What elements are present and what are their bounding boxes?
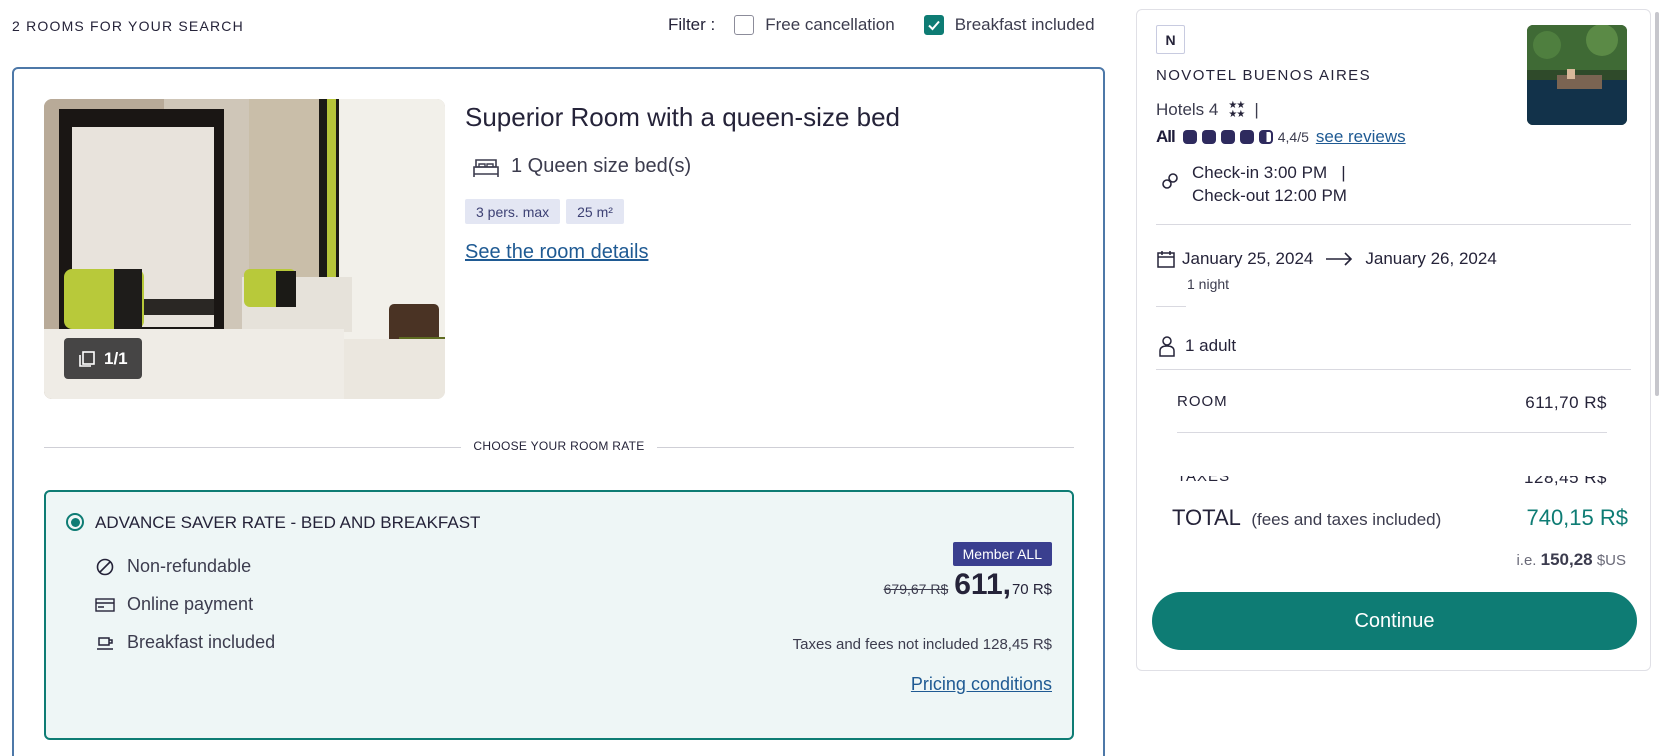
room-details-link[interactable]: See the room details — [465, 241, 648, 264]
date-to: January 26, 2024 — [1365, 249, 1497, 268]
total-sub: (fees and taxes included) — [1251, 510, 1442, 529]
filter-label: Filter : — [668, 15, 716, 34]
gallery-icon — [79, 350, 95, 367]
filter-breakfast-included[interactable]: Breakfast included — [923, 15, 1095, 35]
feature-label: Breakfast included — [127, 632, 276, 652]
feature-breakfast: Breakfast included — [95, 632, 275, 653]
taxes-label: TAXES — [1177, 476, 1231, 485]
pricing-conditions-link[interactable]: Pricing conditions — [911, 674, 1052, 695]
rate-divider: CHOOSE YOUR ROOM RATE — [44, 437, 1074, 457]
breakfast-included-checkbox[interactable] — [923, 15, 944, 35]
total-amount: 740,15 R$ — [1526, 505, 1628, 530]
rate-option[interactable]: ADVANCE SAVER RATE - BED AND BREAKFAST N… — [44, 490, 1074, 740]
checkin-info: Check-in 3:00 PM | Check-out 12:00 PM — [1160, 161, 1347, 207]
calendar-icon — [1157, 251, 1175, 268]
usd-equivalent: i.e. 150,28 $US — [1516, 550, 1626, 570]
new-price-cents: 70 R$ — [1011, 581, 1052, 598]
filter-breakfast-included-label: Breakfast included — [954, 15, 1095, 34]
check-out-time: Check-out 12:00 PM — [1192, 186, 1347, 205]
room-line-item: ROOM 611,70 R$ — [1177, 393, 1607, 413]
category-separator: | — [1254, 100, 1259, 119]
feature-non-refundable: Non-refundable — [95, 556, 251, 577]
bed-icon — [473, 158, 499, 177]
divider — [1156, 224, 1631, 225]
taxes-line-item: TAXES 128,45 R$ — [1157, 476, 1627, 486]
nights-count: 1 night — [1187, 276, 1230, 292]
filter-free-cancellation-label: Free cancellation — [765, 15, 895, 34]
key-icon — [1162, 173, 1178, 189]
room-tags: 3 pers. max 25 m² — [465, 199, 624, 224]
stay-dates: January 25, 2024 January 26, 2024 — [1156, 249, 1497, 269]
hotel-name: NOVOTEL BUENOS AIRES — [1156, 67, 1371, 84]
capacity-tag: 3 pers. max — [465, 199, 561, 224]
total-row: TOTAL (fees and taxes included) 740,15 R… — [1172, 505, 1628, 531]
feature-label: Non-refundable — [127, 556, 252, 576]
price-row: 679,67 R$ 611, 70 R$ — [884, 568, 1052, 602]
hotel-thumbnail[interactable] — [1527, 25, 1627, 125]
filter-bar: Filter : Free cancellation Breakfast inc… — [668, 12, 1095, 38]
continue-button[interactable]: Continue — [1152, 592, 1637, 650]
bed-label: 1 Queen size bed(s) — [511, 155, 692, 177]
taxes-note: Taxes and fees not included 128,45 R$ — [792, 636, 1052, 653]
no-refund-icon — [96, 558, 114, 575]
taxes-amount: 128,45 R$ — [1524, 476, 1607, 486]
choose-rate-label: CHOOSE YOUR ROOM RATE — [473, 439, 645, 453]
total-label: TOTAL — [1172, 505, 1241, 530]
member-badge: Member ALL — [952, 542, 1052, 566]
rating-dot-icon — [1182, 130, 1197, 144]
check-in-time: Check-in 3:00 PM — [1192, 163, 1328, 182]
divider — [1177, 432, 1607, 433]
hotel-category-label: Hotels 4 — [1156, 100, 1219, 119]
rate-radio[interactable] — [66, 513, 84, 531]
new-price: 611, — [954, 568, 1011, 601]
room-title: Superior Room with a queen-size bed — [465, 102, 901, 132]
short-divider — [1156, 306, 1186, 307]
coffee-cup-icon — [97, 636, 113, 650]
photo-counter[interactable]: 1/1 — [64, 338, 142, 379]
usd-prefix: i.e. — [1516, 552, 1537, 569]
guests-label: 1 adult — [1185, 336, 1237, 355]
divider-line-left — [44, 447, 461, 448]
usd-amount: 150,28 — [1540, 550, 1593, 569]
free-cancellation-checkbox[interactable] — [734, 15, 755, 35]
all-logo: All — [1156, 127, 1176, 146]
area-tag: 25 m² — [566, 199, 624, 224]
guests: 1 adult — [1158, 335, 1236, 357]
rating-dot-icon — [1239, 130, 1254, 144]
check-separator: | — [1341, 163, 1346, 182]
rating-text: 4,4/5 — [1277, 129, 1309, 145]
person-icon — [1159, 336, 1175, 357]
feature-online-payment: Online payment — [95, 594, 253, 615]
room-card: 1/1 Superior Room with a queen-size bed … — [12, 67, 1105, 756]
photo-counter-text: 1/1 — [104, 348, 128, 368]
divider — [1156, 369, 1631, 370]
taxes-line-item-inner: TAXES 128,45 R$ — [1177, 476, 1607, 486]
booking-summary: N NOVOTEL BUENOS AIRES Hotels 4 ★★ ★★ | A… — [1136, 9, 1651, 671]
rating-half-dot-icon — [1258, 130, 1273, 144]
room-label: ROOM — [1177, 393, 1228, 410]
rating-row: All 4,4/5 see reviews — [1156, 127, 1406, 147]
feature-label: Online payment — [127, 594, 254, 614]
date-from: January 25, 2024 — [1182, 249, 1314, 268]
old-price: 679,67 R$ — [883, 581, 949, 597]
see-reviews-link[interactable]: see reviews — [1316, 127, 1406, 147]
room-photo[interactable]: 1/1 — [44, 99, 445, 399]
room-amount: 611,70 R$ — [1525, 393, 1607, 412]
rating-dot-icon — [1220, 130, 1235, 144]
stars-icon: ★★ ★★ — [1228, 100, 1245, 120]
novotel-logo: N — [1156, 25, 1185, 54]
bed-info: 1 Queen size bed(s) — [473, 155, 691, 178]
hotel-thumbnail-image — [1527, 25, 1627, 125]
scrollbar[interactable] — [1655, 12, 1659, 396]
results-count: 2 ROOMS FOR YOUR SEARCH — [12, 18, 244, 34]
hotel-category: Hotels 4 ★★ ★★ | — [1156, 100, 1259, 120]
usd-currency: $US — [1596, 552, 1626, 569]
credit-card-icon — [95, 597, 115, 612]
filter-free-cancellation[interactable]: Free cancellation — [734, 15, 895, 35]
divider-line-right — [657, 447, 1074, 448]
rate-name: ADVANCE SAVER RATE - BED AND BREAKFAST — [95, 513, 481, 532]
arrow-right-icon — [1326, 252, 1353, 266]
rating-dot-icon — [1201, 130, 1216, 144]
check-icon — [927, 20, 940, 31]
